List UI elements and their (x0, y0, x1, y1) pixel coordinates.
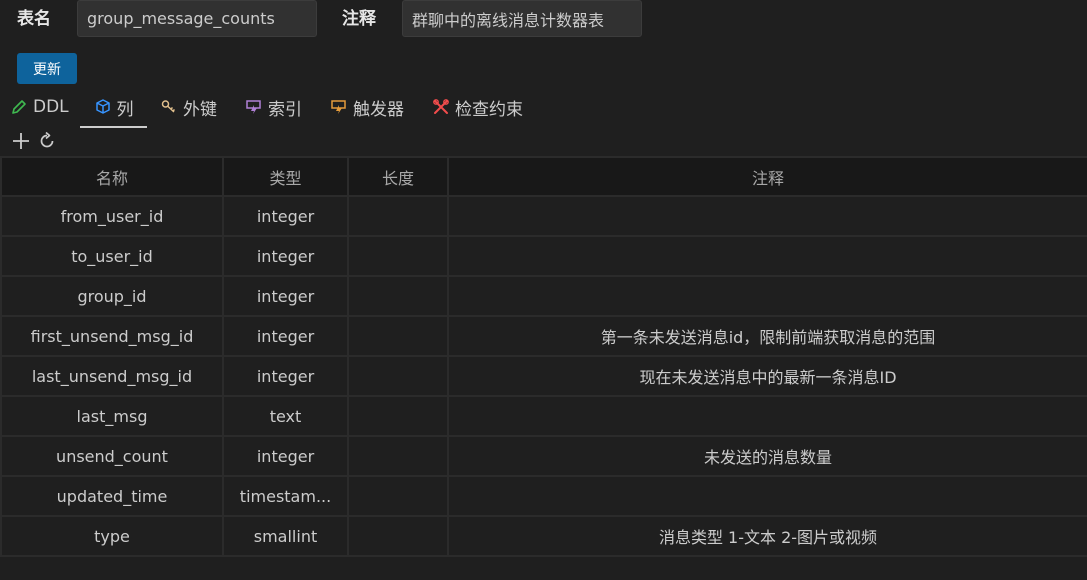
cell-comment[interactable] (447, 475, 1087, 517)
cell-comment[interactable] (447, 195, 1087, 237)
tab-indexes[interactable]: 索引 (245, 88, 302, 126)
refresh-icon[interactable] (36, 130, 58, 152)
index-icon (245, 98, 263, 116)
tab-columns[interactable]: 列 (80, 88, 147, 128)
cell-name[interactable]: group_id (0, 275, 224, 317)
cell-name[interactable]: updated_time (0, 475, 224, 517)
cell-length[interactable] (347, 195, 449, 237)
table-row[interactable]: type smallint 消息类型 1-文本 2-图片或视频 (0, 515, 1087, 557)
tab-bar: DDL 列 外键 索引 触发器 检查约束 (0, 88, 1087, 128)
cell-type[interactable]: timestam... (222, 475, 349, 517)
table-header-row: 名称 类型 长度 注释 (0, 156, 1087, 197)
cell-length[interactable] (347, 355, 449, 397)
cell-length[interactable] (347, 275, 449, 317)
tab-check-constraints-label: 检查约束 (455, 99, 523, 120)
cell-type[interactable]: smallint (222, 515, 349, 557)
columns-table: 名称 类型 长度 注释 from_user_id integer to_user… (0, 156, 1087, 557)
tools-icon (432, 98, 450, 116)
header-comment[interactable]: 注释 (447, 156, 1087, 197)
cell-name[interactable]: from_user_id (0, 195, 224, 237)
key-icon (160, 98, 178, 116)
table-row[interactable]: group_id integer (0, 275, 1087, 317)
table-row[interactable]: updated_time timestam... (0, 475, 1087, 517)
cell-comment[interactable]: 现在未发送消息中的最新一条消息ID (447, 355, 1087, 397)
cell-comment[interactable]: 未发送的消息数量 (447, 435, 1087, 477)
table-row[interactable]: unsend_count integer 未发送的消息数量 (0, 435, 1087, 477)
cell-type[interactable]: integer (222, 235, 349, 277)
tab-foreign-keys[interactable]: 外键 (160, 88, 217, 126)
header-type[interactable]: 类型 (222, 156, 349, 197)
cell-length[interactable] (347, 395, 449, 437)
table-comment-input[interactable] (402, 0, 642, 37)
cell-type[interactable]: integer (222, 355, 349, 397)
tab-ddl-label: DDL (33, 97, 69, 117)
cell-comment[interactable] (447, 395, 1087, 437)
tab-triggers[interactable]: 触发器 (330, 88, 404, 126)
cell-type[interactable]: integer (222, 315, 349, 357)
cell-length[interactable] (347, 515, 449, 557)
cell-name[interactable]: first_unsend_msg_id (0, 315, 224, 357)
cell-type[interactable]: integer (222, 195, 349, 237)
cell-length[interactable] (347, 475, 449, 517)
table-row[interactable]: first_unsend_msg_id integer 第一条未发送消息id，限… (0, 315, 1087, 357)
tab-ddl[interactable]: DDL (10, 88, 69, 126)
table-name-label: 表名 (17, 9, 51, 29)
cell-name[interactable]: last_unsend_msg_id (0, 355, 224, 397)
trigger-icon (330, 98, 348, 116)
cell-type[interactable]: integer (222, 435, 349, 477)
cell-name[interactable]: to_user_id (0, 235, 224, 277)
cell-type[interactable]: text (222, 395, 349, 437)
column-toolbar (10, 128, 62, 154)
tab-indexes-label: 索引 (268, 99, 302, 120)
plus-icon[interactable] (10, 130, 32, 152)
table-properties-bar: 表名 注释 (0, 0, 1087, 44)
comment-label: 注释 (342, 9, 376, 29)
tab-foreign-keys-label: 外键 (183, 99, 217, 120)
header-name[interactable]: 名称 (0, 156, 224, 197)
header-length[interactable]: 长度 (347, 156, 449, 197)
cell-comment[interactable]: 消息类型 1-文本 2-图片或视频 (447, 515, 1087, 557)
cell-length[interactable] (347, 235, 449, 277)
tab-check-constraints[interactable]: 检查约束 (432, 88, 523, 126)
cell-comment[interactable] (447, 275, 1087, 317)
tab-columns-label: 列 (116, 99, 134, 120)
cell-length[interactable] (347, 315, 449, 357)
table-row[interactable]: last_msg text (0, 395, 1087, 437)
cell-comment[interactable] (447, 235, 1087, 277)
table-row[interactable]: to_user_id integer (0, 235, 1087, 277)
cell-type[interactable]: integer (222, 275, 349, 317)
cell-name[interactable]: last_msg (0, 395, 224, 437)
update-button[interactable]: 更新 (17, 53, 77, 84)
cell-comment[interactable]: 第一条未发送消息id，限制前端获取消息的范围 (447, 315, 1087, 357)
pencil-icon (10, 98, 28, 116)
cell-name[interactable]: unsend_count (0, 435, 224, 477)
table-name-input[interactable] (77, 0, 317, 37)
table-row[interactable]: last_unsend_msg_id integer 现在未发送消息中的最新一条… (0, 355, 1087, 397)
tab-triggers-label: 触发器 (353, 99, 404, 120)
cube-icon (94, 98, 112, 116)
table-row[interactable]: from_user_id integer (0, 195, 1087, 237)
cell-name[interactable]: type (0, 515, 224, 557)
cell-length[interactable] (347, 435, 449, 477)
